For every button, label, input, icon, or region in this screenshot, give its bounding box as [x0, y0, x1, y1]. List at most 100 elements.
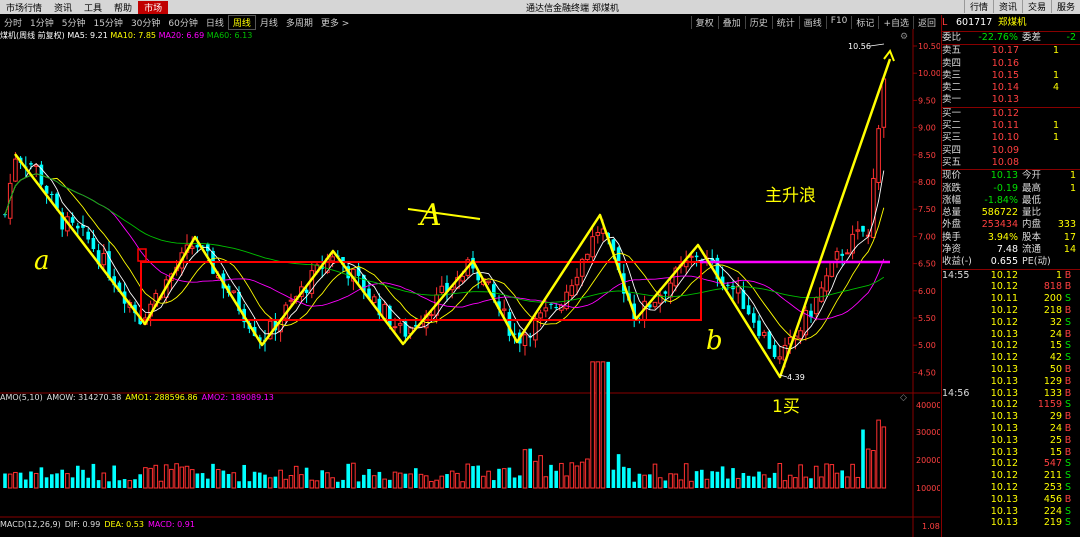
tab-15min[interactable]: 15分钟 — [89, 16, 126, 29]
tick-direction: S — [1064, 470, 1072, 482]
volume-bar — [731, 468, 735, 488]
tab-1min[interactable]: 1分钟 — [26, 16, 58, 29]
amo-title: AMO(5,10) AMOW: 314270.38 AMO1: 288596.86 A… — [0, 393, 274, 402]
tick-time — [942, 411, 970, 423]
volume-bar — [189, 469, 195, 489]
candle-body — [726, 284, 730, 286]
bid-row[interactable]: 买一 10.12 — [942, 108, 1080, 120]
volume-bar — [211, 463, 215, 488]
volume-bar — [388, 479, 392, 488]
tab-timeshare[interactable]: 分时 — [0, 16, 26, 29]
candle-body — [772, 345, 777, 358]
close-icon[interactable]: ◇ — [900, 393, 907, 403]
menu-right-quotes[interactable]: 行情 — [963, 0, 993, 13]
menu-right-service[interactable]: 服务 — [1050, 0, 1080, 13]
ask-row[interactable]: 卖一 10.13 — [942, 94, 1080, 106]
candle-body — [777, 356, 783, 360]
tick-direction: B — [1064, 269, 1072, 281]
tab-5min[interactable]: 5分钟 — [58, 16, 90, 29]
volume-bar — [600, 361, 606, 489]
tick-direction: S — [1064, 293, 1072, 305]
volume-bar — [81, 469, 85, 488]
volume-bar — [632, 481, 636, 488]
candle-body — [757, 320, 761, 336]
candle-body — [70, 217, 75, 223]
stat-value-2 — [1046, 207, 1076, 219]
menu-tools[interactable]: 工具 — [78, 1, 108, 14]
tab-weekly[interactable]: 周线 — [227, 14, 256, 30]
back-button[interactable]: 返回 — [912, 15, 940, 29]
tab-monthly[interactable]: 月线 — [256, 16, 282, 29]
candle-body — [439, 285, 445, 293]
candle-body — [189, 246, 195, 249]
menu-right-news[interactable]: 资讯 — [992, 0, 1022, 13]
bid-row[interactable]: 买五 10.08 — [942, 157, 1080, 169]
add-watchlist-button[interactable]: +自选 — [878, 15, 913, 29]
gear-icon[interactable]: ⚙ — [900, 32, 908, 42]
candle-body — [554, 307, 558, 309]
tick-direction: B — [1064, 423, 1072, 434]
bid-volume: 1 — [1052, 132, 1059, 144]
annotation-A-stroke — [407, 208, 481, 220]
stat-value: -0.19 — [993, 182, 1018, 194]
history-button[interactable]: 历史 — [744, 15, 772, 29]
stat-value: 7.48 — [996, 244, 1018, 256]
tab-daily[interactable]: 日线 — [202, 16, 228, 29]
tab-30min[interactable]: 30分钟 — [127, 16, 164, 29]
ask-row[interactable]: 卖四 10.16 — [942, 58, 1080, 70]
tick-qty: 547 — [1043, 458, 1062, 470]
stat-value: 10.13 — [990, 170, 1018, 182]
draw-line-button[interactable]: 画线 — [798, 15, 826, 29]
mark-button[interactable]: 标记 — [851, 15, 878, 29]
ask-label: 卖五 — [942, 45, 962, 57]
tick-time — [942, 482, 970, 494]
ask-row[interactable]: 卖三 10.15 1 — [942, 70, 1080, 82]
volume-bar — [44, 477, 49, 488]
candle-body — [767, 331, 772, 349]
ask-row[interactable]: 卖二 10.14 4 — [942, 82, 1080, 94]
candle-body — [486, 280, 491, 284]
volume-bar — [492, 480, 496, 488]
bid-row[interactable]: 买三 10.10 1 — [942, 132, 1080, 144]
overlay-button[interactable]: 叠加 — [717, 15, 745, 29]
menu-help[interactable]: 帮助 — [108, 1, 138, 14]
tick-qty: 224 — [1043, 505, 1062, 517]
tick-price: 10.13 — [990, 387, 1018, 399]
volume-bar — [834, 472, 840, 489]
menu-market-quotes[interactable]: 市场行情 — [0, 1, 48, 14]
volume-bar — [18, 472, 23, 488]
volume-bar — [803, 476, 809, 489]
menu-news[interactable]: 资讯 — [48, 1, 78, 14]
volume-bar — [809, 478, 813, 488]
stat-label-2: 股本 — [1022, 231, 1042, 243]
tab-60min[interactable]: 60分钟 — [164, 16, 201, 29]
ask-label: 卖四 — [942, 57, 962, 69]
volume-bar — [683, 463, 689, 489]
ask-row[interactable]: 卖五 10.17 1 — [942, 45, 1080, 57]
tick-row: 10.13 219 S — [942, 517, 1080, 529]
tab-more[interactable]: 更多 > — [317, 16, 353, 29]
tick-qty: 1 — [1055, 269, 1062, 281]
tick-row: 10.13 224 S — [942, 506, 1080, 518]
menu-market[interactable]: 市场 — [138, 0, 169, 14]
volume-bar — [247, 481, 252, 488]
price-tick-label: 6.00 — [918, 287, 936, 296]
volume-bar — [627, 468, 631, 488]
menu-right-trade[interactable]: 交易 — [1021, 0, 1051, 13]
tab-multi-period[interactable]: 多周期 — [282, 16, 317, 29]
tick-qty: 218 — [1043, 305, 1062, 317]
volume-bar — [486, 470, 491, 489]
candle-body — [752, 313, 756, 323]
f10-button[interactable]: F10 — [825, 15, 852, 29]
bid-row[interactable]: 买四 10.09 — [942, 145, 1080, 157]
tick-row: 10.13 456 B — [942, 494, 1080, 506]
volume-bar — [346, 463, 350, 488]
tick-qty: 24 — [1049, 328, 1062, 340]
statistics-button[interactable]: 统计 — [771, 15, 799, 29]
volume-bar — [549, 464, 553, 488]
kline-chart[interactable]: 10.50 10.00 9.50 9.00 8.50 8.00 7.50 7.00 6.50 6.… — [0, 29, 940, 537]
bid-row[interactable]: 买二 10.11 1 — [942, 120, 1080, 132]
price-tick-label: 5.50 — [918, 314, 936, 323]
stat-value: 0.655 — [990, 256, 1018, 268]
restore-button[interactable]: 复权 — [690, 15, 718, 29]
